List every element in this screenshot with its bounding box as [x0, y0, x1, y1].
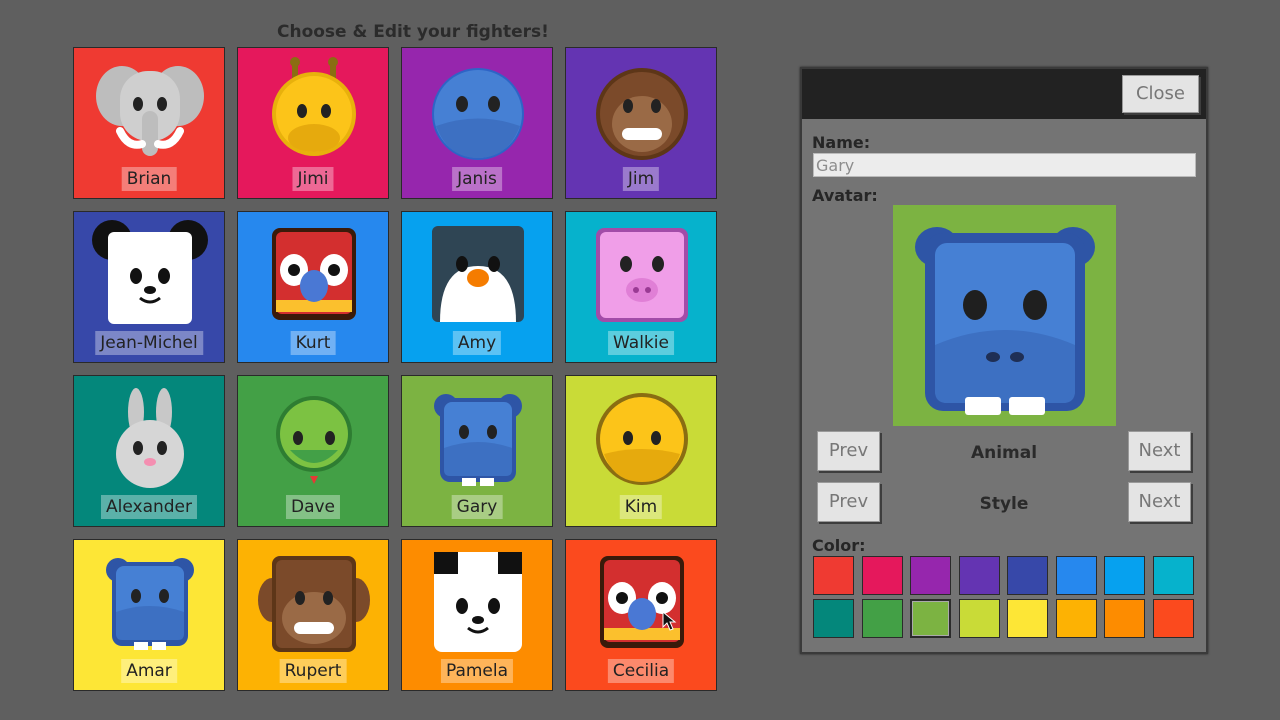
fighter-name-label: Jim — [622, 167, 660, 191]
fighter-card[interactable]: Cecilia — [565, 539, 717, 691]
fighter-card[interactable]: Gary — [401, 375, 553, 527]
fighter-name-label: Kim — [619, 495, 663, 519]
color-swatch[interactable] — [1152, 556, 1194, 595]
color-swatch[interactable] — [910, 556, 951, 595]
snake-icon — [276, 396, 352, 484]
animal-prev-button[interactable]: Prev — [817, 431, 880, 471]
fighter-name-label: Jean-Michel — [95, 331, 203, 355]
color-swatch[interactable] — [910, 599, 951, 638]
color-swatch[interactable] — [1104, 556, 1145, 595]
fighter-card[interactable]: Dave — [237, 375, 389, 527]
animal-selector-label: Animal — [970, 443, 1038, 463]
fighter-name-label: Cecilia — [607, 659, 675, 683]
color-swatch[interactable] — [861, 599, 903, 638]
hippo-avatar-icon — [915, 227, 1095, 415]
penguin-icon — [432, 226, 524, 322]
panel-header: Close — [802, 69, 1206, 119]
fighter-card[interactable]: Rupert — [237, 539, 389, 691]
fighter-name-label: Amar — [121, 659, 177, 683]
color-swatch[interactable] — [1055, 599, 1097, 638]
animal-next-button[interactable]: Next — [1128, 431, 1191, 471]
pig-icon — [596, 228, 688, 322]
fighter-name-label: Jimi — [292, 167, 334, 191]
color-swatch[interactable] — [861, 556, 903, 595]
fighter-card[interactable]: Walkie — [565, 211, 717, 363]
monkey-square-icon — [258, 556, 370, 652]
parrot-icon — [600, 556, 684, 648]
hippo-square-icon — [106, 558, 194, 650]
giraffe-icon — [272, 57, 356, 156]
monkey-round-icon — [596, 68, 688, 160]
fighter-name-label: Walkie — [608, 331, 674, 355]
mouse-cursor-icon — [662, 611, 677, 631]
fighter-name-label: Gary — [451, 495, 503, 519]
fighter-card[interactable]: Jim — [565, 47, 717, 199]
panda-square2-icon — [434, 552, 522, 652]
elephant-icon — [96, 66, 204, 156]
name-field[interactable] — [813, 153, 1196, 177]
avatar-preview — [893, 205, 1116, 426]
fighter-card[interactable]: Brian — [73, 47, 225, 199]
fighter-name-label: Brian — [121, 167, 177, 191]
fighter-card[interactable]: Amar — [73, 539, 225, 691]
color-swatch[interactable] — [813, 599, 854, 638]
fighter-name-label: Kurt — [290, 331, 336, 355]
avatar-label: Avatar: — [812, 186, 878, 205]
giraffe-round-icon — [596, 393, 688, 485]
color-swatch[interactable] — [1007, 556, 1048, 595]
fighter-grid: Brian Jimi Janis Jim Jean-Michel Kurt Amy Walki… — [73, 47, 719, 693]
fighter-editor-panel: Close Name: Avatar: Prev Animal Next Pre… — [800, 67, 1208, 654]
style-selector-label: Style — [979, 494, 1029, 514]
color-swatch[interactable] — [1007, 599, 1048, 638]
fighter-card[interactable]: Jean-Michel — [73, 211, 225, 363]
fighter-name-label: Alexander — [100, 495, 198, 519]
color-swatch[interactable] — [1104, 599, 1145, 638]
hippo-square-icon — [434, 394, 522, 486]
color-swatch[interactable] — [958, 556, 1000, 595]
name-label: Name: — [812, 133, 871, 152]
fighter-card[interactable]: Alexander — [73, 375, 225, 527]
fighter-card[interactable]: Pamela — [401, 539, 553, 691]
fighter-name-label: Amy — [452, 331, 502, 355]
color-label: Color: — [812, 536, 866, 555]
panda-square-icon — [92, 220, 208, 324]
fighter-name-label: Pamela — [440, 659, 514, 683]
color-swatch[interactable] — [1055, 556, 1097, 595]
page-title: Choose & Edit your fighters! — [277, 22, 549, 42]
fighter-card[interactable]: Kim — [565, 375, 717, 527]
color-swatch[interactable] — [813, 556, 854, 595]
fighter-name-label: Rupert — [279, 659, 347, 683]
fighter-name-label: Dave — [285, 495, 341, 519]
color-swatch[interactable] — [1152, 599, 1194, 638]
fighter-card[interactable]: Amy — [401, 211, 553, 363]
hippo-round-icon — [432, 68, 524, 160]
close-button[interactable]: Close — [1122, 75, 1199, 113]
color-swatch[interactable] — [958, 599, 1000, 638]
fighter-card[interactable]: Kurt — [237, 211, 389, 363]
fighter-name-label: Janis — [452, 167, 502, 191]
parrot-icon — [272, 228, 356, 320]
style-prev-button[interactable]: Prev — [817, 482, 880, 522]
style-next-button[interactable]: Next — [1128, 482, 1191, 522]
rabbit-icon — [116, 388, 184, 488]
fighter-card[interactable]: Janis — [401, 47, 553, 199]
fighter-card[interactable]: Jimi — [237, 47, 389, 199]
